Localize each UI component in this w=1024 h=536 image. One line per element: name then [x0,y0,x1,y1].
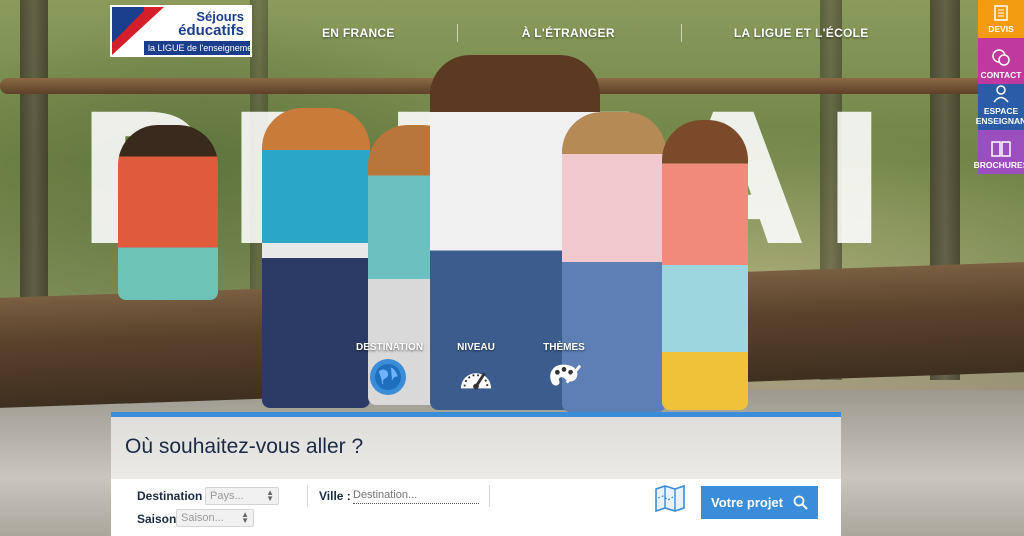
map-icon[interactable] [654,484,686,512]
side-tab-label: DEVIS [988,24,1014,34]
select-arrows-icon: ▲ ▼ [266,488,274,503]
child-figure [118,125,218,300]
gauge-icon [458,359,494,395]
side-tab-label: CONTACT [980,70,1022,80]
side-tab-espace-enseignant[interactable]: ESPACE ENSEIGNAN [975,84,1024,130]
category-label: THÈMES [543,342,585,353]
category-label: DESTINATION [356,342,424,353]
field-divider [489,485,490,507]
field-divider [307,485,308,507]
site-logo[interactable]: Séjours éducatifs la LIGUE de l'enseigne… [110,5,252,57]
search-categories: DESTINATION NIVEAU THÈMES [356,342,596,395]
search-icon [793,495,808,510]
globe-icon [370,359,406,395]
votre-projet-label: Votre projet [711,495,783,510]
side-tab-label: BROCHURES [973,160,1024,170]
destination-select-value: Pays... [210,490,244,502]
side-tab-brochures[interactable]: BROCHURES [974,130,1024,174]
category-destination[interactable]: DESTINATION [356,342,424,395]
select-arrows-icon: ▲ ▼ [241,510,249,525]
child-figure [662,120,748,410]
document-icon [994,5,1008,21]
city-input[interactable] [353,486,479,504]
city-label: Ville : [319,489,351,503]
logo-tagline: la LIGUE de l'enseignement [144,41,250,55]
votre-projet-button[interactable]: Votre projet [701,486,818,519]
side-tabs: DEVIS CONTACT ESPACE ENSEIGNAN BROCHURES [974,0,1024,174]
logo-text-line2: éducatifs [178,22,244,39]
logo-mark [112,7,144,55]
search-title: Où souhaitez-vous aller ? [125,435,364,458]
main-nav: EN FRANCE À L'ÉTRANGER LA LIGUE ET L'ÉCO… [300,24,891,42]
destination-label: Destination : [137,489,210,503]
side-tab-contact[interactable]: CONTACT [978,38,1024,84]
category-niveau[interactable]: NIVEAU [444,342,508,395]
child-figure [262,108,370,408]
season-select[interactable]: Saison... ▲ ▼ [176,509,254,527]
category-themes[interactable]: THÈMES [532,342,596,395]
nav-item-ligue-ecole[interactable]: LA LIGUE ET L'ÉCOLE [682,26,891,42]
side-tab-devis[interactable]: DEVIS [978,0,1024,38]
brochure-icon [991,141,1011,157]
nav-item-etranger[interactable]: À L'ÉTRANGER [458,26,637,42]
chat-bubbles-icon [992,49,1010,66]
category-label: NIVEAU [457,342,495,353]
nav-item-en-france[interactable]: EN FRANCE [300,26,417,42]
teacher-icon [993,85,1009,103]
destination-select[interactable]: Pays... ▲ ▼ [205,487,279,505]
season-select-value: Saison... [181,512,224,524]
palette-icon [546,359,582,395]
side-tab-label: ESPACE ENSEIGNAN [975,106,1024,126]
